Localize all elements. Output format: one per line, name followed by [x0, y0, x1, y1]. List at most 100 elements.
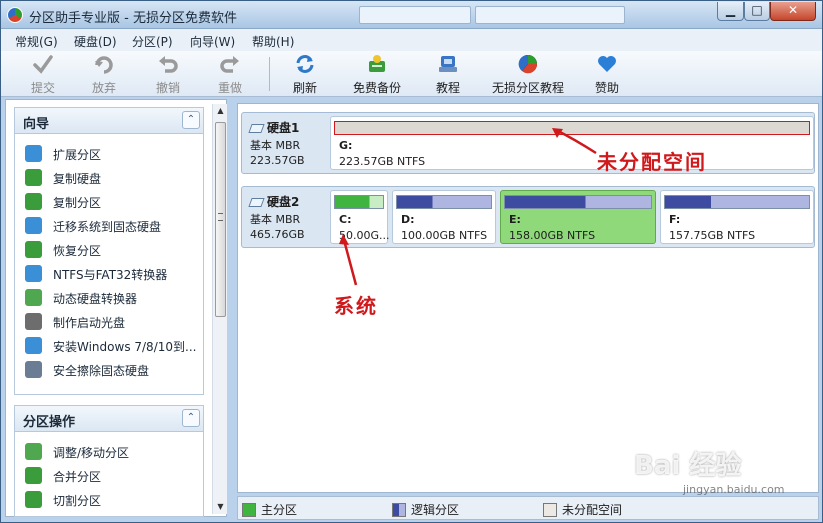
migrate-ssd-icon	[25, 217, 42, 234]
tutorial-button[interactable]: 教程	[433, 53, 463, 95]
wizard-panel: 向导 ⌃ 扩展分区复制硬盘复制分区迁移系统到固态硬盘 恢复分区 NTFS与FAT32…	[14, 107, 204, 395]
app-logo-icon	[7, 7, 23, 23]
undo-button[interactable]: 撤销	[150, 53, 186, 95]
recover-partition-icon	[25, 241, 42, 258]
legend-primary-swatch	[242, 503, 256, 517]
partition-info: 223.57GB NTFS	[339, 155, 426, 168]
system-annotation: 系统	[334, 294, 378, 318]
baidu-watermark: Bai 经验	[634, 451, 742, 481]
partition-block[interactable]: E: 158.00GB NTFS	[500, 190, 656, 244]
partition-letter: C:	[339, 213, 352, 226]
menu-partition[interactable]: 分区(P)	[132, 33, 173, 50]
disk-map: 硬盘1 基本 MBR 223.57GB G: 223.57GB NTFS 硬盘2 基本 MB…	[237, 103, 819, 493]
wizard-panel-header: 向导 ⌃	[15, 108, 203, 134]
partition-block[interactable]: D: 100.00GB NTFS	[392, 190, 496, 244]
partition-letter: D:	[401, 213, 415, 226]
discard-button[interactable]: 放弃	[86, 53, 122, 95]
partition-ops-header: 分区操作 ⌃	[15, 406, 203, 432]
maximize-button[interactable]: □	[744, 2, 770, 21]
menu-wizard[interactable]: 向导(W)	[190, 33, 235, 50]
close-button[interactable]: ✕	[770, 2, 816, 21]
wizard-item-label: 制作启动光盘	[53, 316, 126, 330]
wizard-item-label: 动态硬盘转换器	[53, 292, 138, 306]
disk-size: 223.57GB	[250, 154, 305, 167]
redo-button[interactable]: 重做	[212, 53, 248, 95]
menu-help[interactable]: 帮助(H)	[252, 33, 294, 50]
ntfs-fat32-icon	[25, 265, 42, 282]
copy-disk-icon	[25, 169, 42, 186]
partition-ops-panel: 分区操作 ⌃ 调整/移动分区 合并分区切割分区	[14, 405, 204, 517]
partition-usage-bar	[334, 121, 810, 135]
menu-disk[interactable]: 硬盘(D)	[74, 33, 117, 50]
partition-usage-bar	[396, 195, 492, 209]
partition-letter: F:	[669, 213, 681, 226]
undo-icon	[159, 56, 178, 73]
wizard-item-label: NTFS与FAT32转换器	[53, 268, 168, 282]
legend-bar: 主分区 逻辑分区 未分配空间	[237, 496, 819, 520]
merge-partition-icon	[25, 467, 42, 484]
backup-button[interactable]: 免费备份	[349, 53, 405, 95]
disk-type: 基本 MBR	[250, 213, 301, 226]
scroll-down-arrow[interactable]: ▼	[213, 500, 228, 514]
wizard-item-label: 恢复分区	[53, 244, 102, 258]
install-windows-icon	[25, 337, 42, 354]
partition-usage-bar	[334, 195, 384, 209]
left-sidebar: 向导 ⌃ 扩展分区复制硬盘复制分区迁移系统到固态硬盘 恢复分区 NTFS与FAT32…	[5, 99, 227, 517]
redo-label: 重做	[217, 81, 242, 95]
partition-block[interactable]: G: 223.57GB NTFS	[330, 116, 814, 170]
window-title: 分区助手专业版 - 无损分区免费软件	[29, 11, 237, 26]
partition-info: 100.00GB NTFS	[401, 229, 488, 242]
legend-logical: 逻辑分区	[392, 501, 459, 518]
heart-icon	[598, 56, 616, 72]
toolbar-separator	[269, 57, 270, 91]
wizard-item-label: 复制分区	[53, 196, 102, 210]
scroll-thumb[interactable]	[215, 122, 226, 317]
wizard-panel-title: 向导	[23, 117, 50, 132]
disk-icon	[248, 124, 265, 133]
lossless-tutorial-label: 无损分区教程	[491, 81, 564, 95]
scroll-up-arrow[interactable]: ▲	[213, 104, 228, 118]
title-bar-field	[359, 6, 471, 24]
menu-general[interactable]: 常规(G)	[15, 33, 58, 50]
partition_ops-item-label: 调整/移动分区	[53, 446, 130, 460]
lossless-tutorial-button[interactable]: 无损分区教程	[491, 53, 565, 95]
wizard-item-label: 迁移系统到固态硬盘	[53, 220, 162, 234]
wizard-item-label: 复制硬盘	[53, 172, 102, 186]
legend-unallocated: 未分配空间	[543, 501, 622, 518]
split-partition-icon	[25, 491, 42, 508]
redo-icon	[220, 56, 239, 73]
boot-disc-icon	[25, 313, 42, 330]
disk-icon	[248, 198, 265, 207]
partition-usage-bar	[504, 195, 652, 209]
discard-icon	[95, 56, 113, 74]
disk-row[interactable]: 硬盘2 基本 MBR 465.76GB C: 50.00G... D: 100.00GB N…	[241, 186, 815, 248]
disk-name: 硬盘2	[248, 193, 330, 210]
disk-name: 硬盘1	[248, 119, 330, 136]
donate-button[interactable]: 赞助	[593, 53, 621, 95]
disk-row[interactable]: 硬盘1 基本 MBR 223.57GB G: 223.57GB NTFS	[241, 112, 815, 174]
partition-letter: E:	[509, 213, 521, 226]
refresh-label: 刷新	[292, 81, 317, 95]
partition-ops-title: 分区操作	[23, 415, 76, 430]
partition-block[interactable]: C: 50.00G...	[330, 190, 390, 244]
commit-label: 提交	[30, 81, 55, 95]
menu-bar: 常规(G) 硬盘(D) 分区(P) 向导(W) 帮助(H)	[1, 29, 822, 51]
copy-partition-icon	[25, 193, 42, 210]
wizard-collapse-button[interactable]: ⌃	[182, 111, 200, 129]
partition-ops-collapse-button[interactable]: ⌃	[182, 409, 200, 427]
wizard-item-label: 扩展分区	[53, 148, 102, 162]
partition-block[interactable]: F: 157.75GB NTFS	[660, 190, 814, 244]
wizard-item-label: 安装Windows 7/8/10到...	[53, 340, 197, 354]
partition_ops-item-label: 合并分区	[53, 470, 102, 484]
discard-label: 放弃	[91, 81, 116, 95]
title-bar-field-2	[475, 6, 625, 24]
partition-info: 50.00G...	[339, 229, 390, 242]
disk-type: 基本 MBR	[250, 139, 301, 152]
toolbar: 提交 放弃 撤销 重做 刷新 免费备份 教程 无损分区教程 赞助	[1, 51, 822, 97]
partition_ops-item-label: 切割分区	[53, 494, 102, 508]
tutorial-icon	[439, 56, 457, 72]
minimize-button[interactable]: ▁	[717, 2, 744, 21]
commit-button[interactable]: 提交	[25, 53, 61, 95]
sidebar-scrollbar[interactable]: ▲ ▼	[212, 104, 227, 514]
refresh-button[interactable]: 刷新	[287, 53, 323, 95]
